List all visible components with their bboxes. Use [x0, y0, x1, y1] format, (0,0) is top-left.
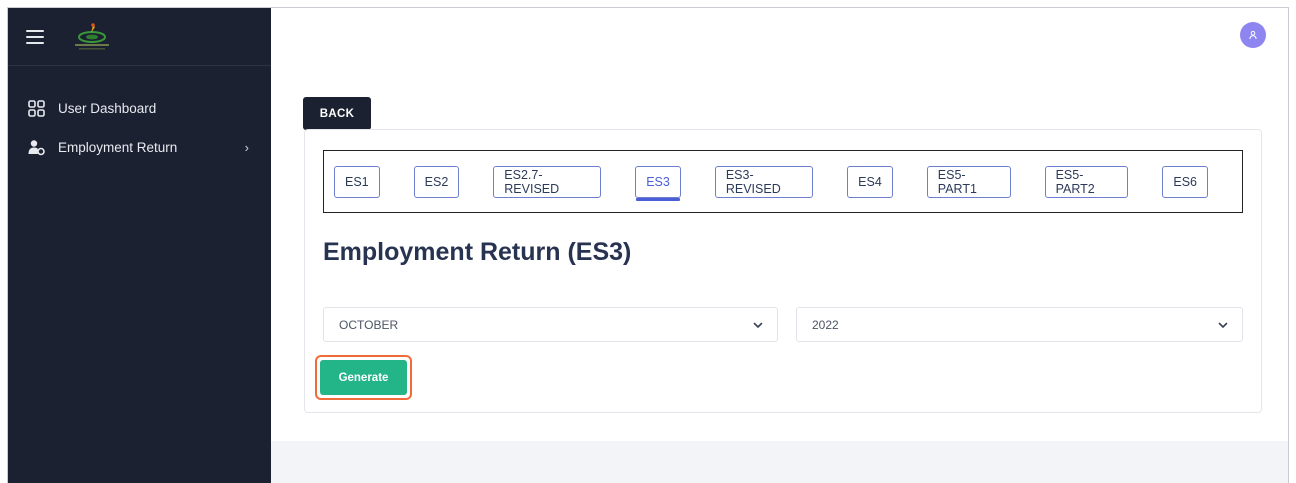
page-title: Employment Return (ES3) [323, 238, 632, 266]
year-select[interactable]: 2022 [796, 307, 1243, 342]
chevron-down-icon [1218, 322, 1228, 328]
sidebar-item-employment-return[interactable]: Employment Return › [8, 131, 271, 163]
menu-toggle-icon[interactable] [26, 29, 44, 44]
tab-es1[interactable]: ES1 [334, 165, 380, 198]
page-content: BACK ES1 ES2 ES2.7-REVISED ES3 ES3-REVIS… [271, 63, 1288, 441]
sidebar-item-user-dashboard[interactable]: User Dashboard [8, 92, 271, 124]
tab-es5-part2[interactable]: ES5-PART2 [1044, 165, 1129, 198]
month-select-value: OCTOBER [339, 317, 399, 332]
dashboard-grid-icon [28, 99, 45, 117]
tab-es5-part1[interactable]: ES5-PART1 [926, 165, 1011, 198]
user-icon [1249, 30, 1257, 40]
tab-es2[interactable]: ES2 [413, 165, 460, 198]
generate-button-highlight: Generate [315, 355, 412, 400]
month-select[interactable]: OCTOBER [323, 307, 778, 342]
logo-emblem [75, 22, 109, 49]
back-button[interactable]: BACK [303, 97, 371, 130]
tab-es4[interactable]: ES4 [847, 165, 893, 198]
tab-es6[interactable]: ES6 [1162, 165, 1208, 198]
tab-es3[interactable]: ES3 [635, 165, 681, 201]
app-frame: User Dashboard Employment Return › BACK … [7, 7, 1289, 483]
chevron-down-icon [753, 322, 763, 328]
tab-es2-7-revised[interactable]: ES2.7-REVISED [493, 165, 602, 198]
user-avatar[interactable] [1240, 22, 1266, 48]
user-settings-icon [28, 139, 45, 156]
sidebar-item-label: Employment Return [58, 139, 178, 155]
tab-es3-revised[interactable]: ES3-REVISED [714, 165, 814, 198]
form-card: ES1 ES2 ES2.7-REVISED ES3 ES3-REVISED ES… [304, 129, 1262, 413]
sidebar-item-label: User Dashboard [58, 100, 157, 116]
generate-button[interactable]: Generate [320, 360, 407, 395]
year-select-value: 2022 [812, 317, 839, 332]
chevron-right-icon: › [244, 139, 249, 155]
main-area: BACK ES1 ES2 ES2.7-REVISED ES3 ES3-REVIS… [271, 8, 1288, 483]
sidebar-header [8, 8, 271, 66]
logo [69, 21, 115, 53]
sidebar-nav: User Dashboard Employment Return › [8, 66, 271, 163]
report-tabs: ES1 ES2 ES2.7-REVISED ES3 ES3-REVISED ES… [323, 150, 1243, 213]
top-bar [271, 8, 1288, 63]
sidebar: User Dashboard Employment Return › [8, 8, 271, 483]
